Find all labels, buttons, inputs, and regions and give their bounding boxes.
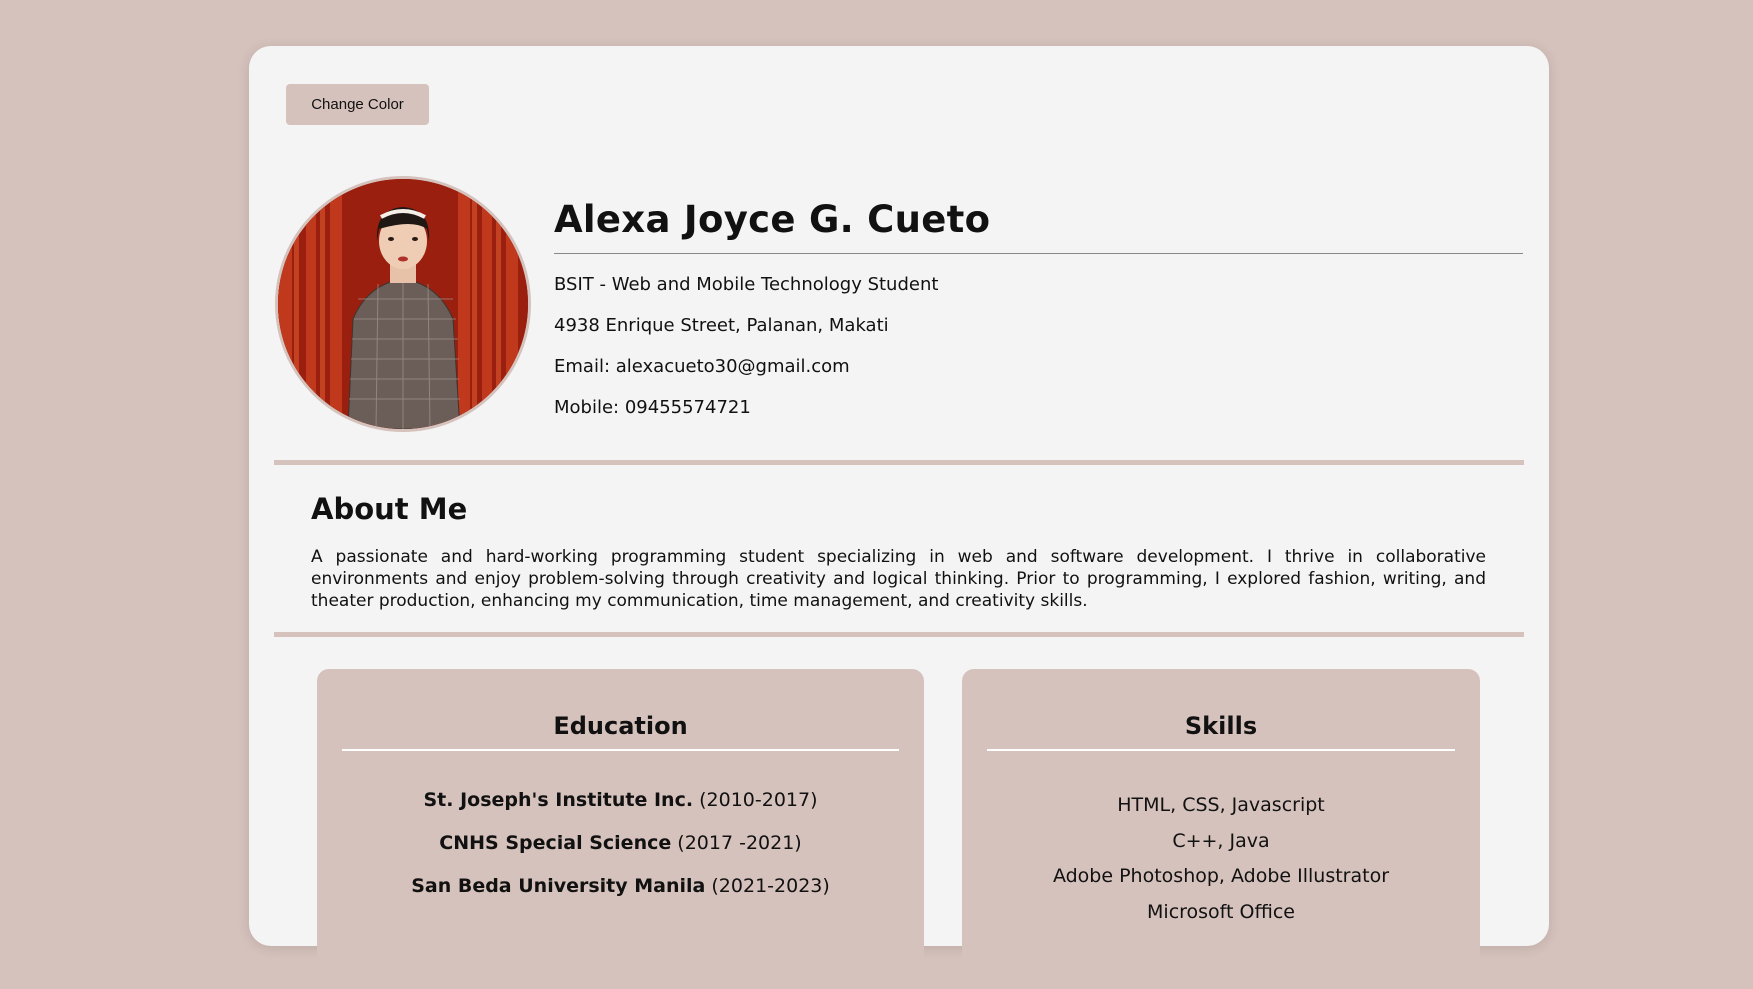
change-color-button[interactable]: Change Color (286, 84, 429, 125)
profile-program: BSIT - Web and Mobile Technology Student (554, 274, 939, 295)
about-text: A passionate and hard-working programmin… (311, 547, 1486, 611)
profile-photo (275, 176, 531, 432)
education-title: Education (553, 712, 688, 740)
about-title: About Me (311, 492, 468, 526)
skills-panel: Skills HTML, CSS, Javascript C++, Java A… (962, 669, 1480, 989)
resume-card: Change Color Alexa Joyce G. Cueto BSIT -… (249, 46, 1549, 989)
education-divider (342, 749, 899, 751)
profile-name: Alexa Joyce G. Cueto (554, 198, 991, 241)
skills-divider (987, 749, 1455, 751)
education-panel: Education St. Joseph's Institute Inc. (2… (317, 669, 924, 989)
section-divider (274, 632, 1524, 637)
profile-email: Email: alexacueto30@gmail.com (554, 356, 850, 377)
section-divider (274, 460, 1524, 465)
education-item: St. Joseph's Institute Inc. (2010-2017) (423, 789, 818, 811)
skill-item: Microsoft Office (1147, 901, 1295, 923)
education-item: San Beda University Manila (2021-2023) (411, 875, 830, 897)
education-item: CNHS Special Science (2017 -2021) (439, 832, 802, 854)
name-divider (554, 253, 1523, 254)
skill-item: C++, Java (1172, 830, 1270, 852)
profile-address: 4938 Enrique Street, Palanan, Makati (554, 315, 889, 336)
skills-title: Skills (1184, 712, 1258, 740)
skill-item: Adobe Photoshop, Adobe Illustrator (1052, 865, 1390, 887)
profile-mobile: Mobile: 09455574721 (554, 397, 751, 418)
skill-item: HTML, CSS, Javascript (1117, 794, 1325, 816)
